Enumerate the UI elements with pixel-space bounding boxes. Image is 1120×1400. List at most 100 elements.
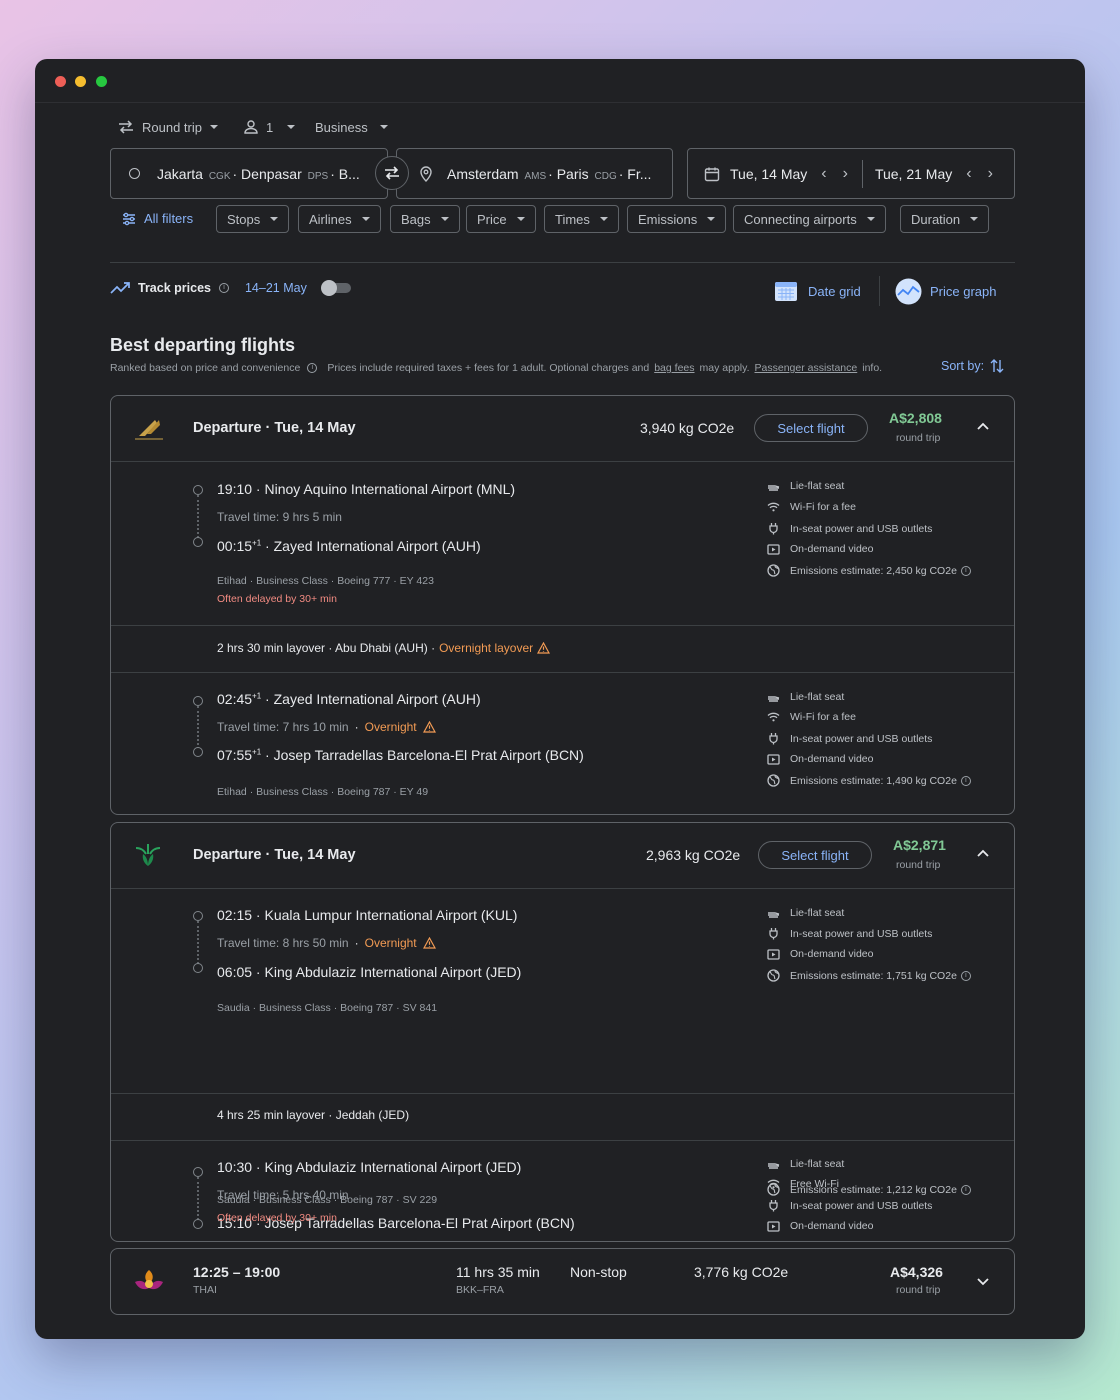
filter-connecting-airports[interactable]: Connecting airports <box>733 205 886 233</box>
minimize-window-button[interactable] <box>75 76 86 87</box>
all-filters-button[interactable]: All filters <box>122 211 193 226</box>
select-flight-button[interactable]: Select flight <box>758 841 872 869</box>
chevron-down-icon <box>516 217 525 221</box>
flight-times: 12:25 – 19:00 <box>193 1264 281 1280</box>
destination-field[interactable]: Amsterdam AMS · Paris CDG · Fr... <box>396 148 673 199</box>
select-flight-button[interactable]: Select flight <box>754 414 868 442</box>
cabin-class-label: Business <box>315 119 368 135</box>
filter-airlines[interactable]: Airlines <box>298 205 381 233</box>
title-bar <box>35 59 1085 103</box>
leg-connector <box>197 1177 199 1224</box>
departure-point-icon <box>193 911 203 921</box>
depart-next-button[interactable]: › <box>843 165 848 183</box>
chip-label: Airlines <box>309 211 352 227</box>
emissions-total: 3,940 kg CO2e <box>640 420 735 436</box>
flight-card-3[interactable]: 12:25 – 19:00 THAI 11 hrs 35 min BKK–FRA… <box>110 1248 1015 1315</box>
amenity-wifi: Wi-Fi for a fee <box>767 501 856 513</box>
sort-icon <box>990 359 1004 373</box>
maximize-window-button[interactable] <box>96 76 107 87</box>
passengers-select[interactable]: 1 <box>244 117 296 137</box>
filter-times[interactable]: Times <box>544 205 619 233</box>
filter-emissions[interactable]: Emissions <box>627 205 727 233</box>
filter-price[interactable]: Price <box>466 205 536 233</box>
location-pin-icon <box>420 165 432 182</box>
globe-icon <box>767 1183 780 1196</box>
sort-by-button[interactable]: Sort by: <box>941 358 1004 374</box>
section-title: Best departing flights <box>110 335 296 355</box>
sort-by-label: Sort by: <box>941 359 985 373</box>
origin-value: Jakarta CGK · Denpasar DPS · B... <box>157 165 360 182</box>
leg-departure: 02:45+1 · Zayed International Airport (A… <box>217 691 481 707</box>
amenity-lie-flat-seat: Lie-flat seat <box>767 907 844 919</box>
filter-duration[interactable]: Duration <box>900 205 990 233</box>
chevron-down-icon <box>440 217 449 221</box>
filter-stops[interactable]: Stops <box>216 205 290 233</box>
flight-duration: 11 hrs 35 min <box>456 1264 540 1280</box>
origin-field[interactable]: Jakarta CGK · Denpasar DPS · B... <box>110 148 388 199</box>
info-icon[interactable]: i <box>960 970 971 981</box>
track-prices-toggle[interactable] <box>320 280 353 296</box>
bag-fees-link[interactable]: bag fees <box>654 362 694 374</box>
track-prices-label: Track prices <box>138 281 211 295</box>
trip-type-select[interactable]: Round trip <box>118 117 218 137</box>
amenity-lie-flat-seat: Lie-flat seat <box>767 480 844 492</box>
swap-arrows-icon <box>385 166 399 180</box>
warning-icon <box>422 937 436 949</box>
info-icon[interactable]: i <box>218 283 229 293</box>
info-icon[interactable]: i <box>960 775 971 786</box>
chip-label: Stops <box>227 211 261 227</box>
globe-icon <box>767 774 780 787</box>
flight-route: BKK–FRA <box>456 1284 504 1296</box>
chevron-down-icon <box>707 217 716 221</box>
depart-prev-button[interactable]: ‹ <box>821 165 826 183</box>
may-apply-text: may apply. <box>699 362 750 374</box>
flight-card-header[interactable]: Departure · Tue, 14 May 2,963 kg CO2e Se… <box>111 823 1014 889</box>
prices-text: Prices include required taxes + fees for… <box>327 362 650 374</box>
chevron-down-icon[interactable] <box>976 1277 990 1287</box>
filters-icon <box>123 212 135 225</box>
power-icon <box>769 1200 778 1212</box>
price-note: round trip <box>896 1284 941 1296</box>
info-text: info. <box>862 362 883 374</box>
return-next-button[interactable]: › <box>988 165 993 183</box>
video-icon <box>767 948 780 960</box>
filter-bags[interactable]: Bags <box>390 205 460 233</box>
close-window-button[interactable] <box>55 76 66 87</box>
video-icon <box>767 1220 780 1232</box>
saudia-logo-icon <box>135 844 161 866</box>
leg-travel-time: Travel time: 8 hrs 50 min · Overnight <box>217 936 436 950</box>
chevron-down-icon <box>599 217 608 221</box>
date-grid-button[interactable]: Date grid <box>774 279 861 303</box>
info-icon[interactable]: i <box>960 1184 971 1195</box>
return-prev-button[interactable]: ‹ <box>966 165 971 183</box>
passengers-count: 1 <box>266 119 274 135</box>
passenger-assistance-link[interactable]: Passenger assistance <box>755 362 858 374</box>
arrival-point-icon <box>193 747 203 757</box>
info-icon[interactable]: i <box>307 363 318 373</box>
cabin-class-select[interactable]: Business <box>315 117 388 137</box>
track-range: 14–21 May <box>244 281 307 295</box>
person-icon <box>244 120 258 134</box>
info-icon[interactable]: i <box>960 565 971 576</box>
price-graph-button[interactable]: Price graph <box>895 278 996 305</box>
chip-label: Emissions <box>638 211 698 227</box>
chevron-up-icon[interactable] <box>976 421 990 431</box>
swap-locations-button[interactable] <box>375 156 409 190</box>
price-note: round trip <box>896 859 941 871</box>
flight-card-header[interactable]: Departure · Tue, 14 May 3,940 kg CO2e Se… <box>111 396 1014 462</box>
date-field: Tue, 14 May ‹ › Tue, 21 May ‹ › <box>687 148 1015 199</box>
amenity-video: On-demand video <box>767 753 873 765</box>
depart-date[interactable]: Tue, 14 May <box>730 166 807 182</box>
divider <box>111 1140 1014 1141</box>
departure-title: Departure · Tue, 14 May <box>193 847 356 863</box>
date-divider <box>861 159 863 188</box>
layover-info: 4 hrs 25 min layover · Jeddah (JED) <box>217 1108 410 1122</box>
thai-logo-icon <box>135 1270 163 1290</box>
chevron-up-icon[interactable] <box>976 848 990 858</box>
warning-icon <box>537 642 551 654</box>
chip-label: Times <box>555 211 590 227</box>
power-icon <box>769 928 778 940</box>
leg-travel-time: Travel time: 7 hrs 10 min · Overnight <box>217 720 436 734</box>
return-date[interactable]: Tue, 21 May <box>875 166 952 182</box>
leg-connector <box>197 706 199 753</box>
